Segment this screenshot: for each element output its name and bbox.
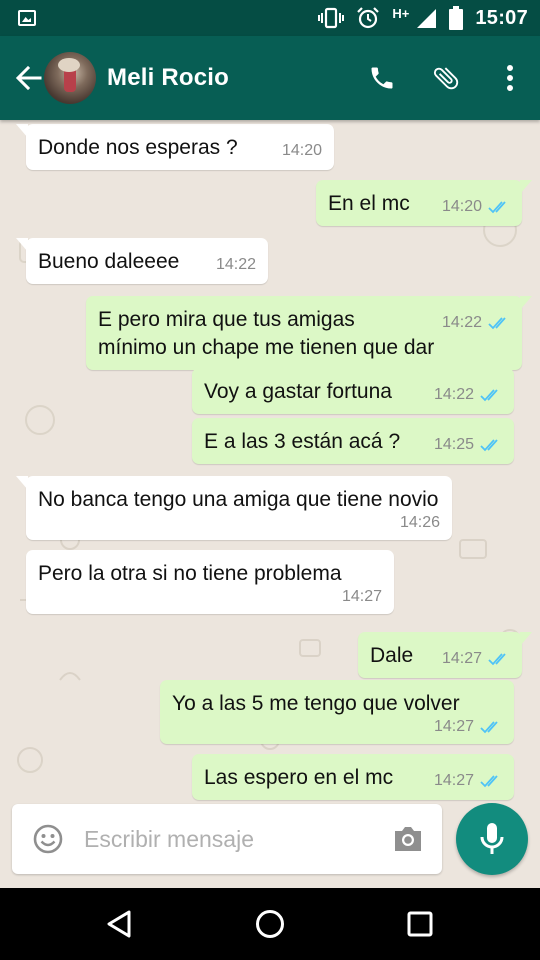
nav-recents-icon: [407, 911, 433, 937]
phone-icon: [371, 67, 393, 89]
message-text: En el mc: [328, 192, 410, 215]
message-timestamp: 14:22: [433, 386, 474, 403]
nav-recents-button[interactable]: [402, 906, 438, 942]
outgoing-message-bubble[interactable]: 14:25 E a las 3 están acá ?: [192, 418, 514, 464]
read-receipt-double-check-icon: [488, 317, 506, 330]
network-type: H+: [392, 5, 410, 21]
attach-icon: [433, 67, 459, 90]
composer: [12, 804, 442, 874]
vibrate-icon: [318, 7, 345, 29]
outgoing-message-bubble[interactable]: 14:27 Las espero en el mc: [192, 754, 514, 800]
message-timestamp: 14:27: [433, 718, 474, 735]
voice-message-button[interactable]: [456, 803, 528, 875]
message-meta: 14:22: [216, 256, 256, 274]
message-timestamp: 14:27: [341, 588, 382, 605]
clock: 15:07: [475, 6, 528, 29]
outgoing-message-bubble[interactable]: 14:22 E pero mira que tus amigas mínimo u…: [86, 296, 532, 370]
outgoing-message-bubble[interactable]: 14:20 En el mc: [316, 180, 532, 226]
message-text: Yo a las 5 me tengo que volver: [172, 692, 460, 715]
message-timestamp: 14:20: [281, 142, 322, 159]
outgoing-message-bubble[interactable]: 14:27 Dale: [358, 632, 532, 678]
contact-avatar[interactable]: [44, 52, 96, 104]
incoming-message-bubble[interactable]: Pero la otra si no tiene problema 14:27: [26, 550, 394, 614]
message-timestamp: 14:26: [399, 514, 440, 531]
read-receipt-double-check-icon: [488, 653, 506, 666]
message-meta: 14:20: [442, 198, 510, 216]
read-receipt-double-check-icon: [480, 775, 498, 788]
nav-back-button[interactable]: [101, 906, 137, 942]
emoji-icon[interactable]: [32, 823, 64, 855]
message-meta: 14:22: [442, 314, 510, 332]
alarm-icon: [357, 7, 380, 29]
message-text: E a las 3 están acá ?: [204, 430, 401, 453]
message-timestamp: 14:27: [433, 772, 474, 789]
chat-header: Meli Rocio: [0, 36, 540, 120]
more-vert-icon: [507, 65, 513, 91]
read-receipt-double-check-icon: [480, 439, 498, 452]
contact-name[interactable]: Meli Rocio: [107, 64, 229, 92]
message-timestamp: 14:25: [433, 436, 474, 453]
message-meta: 14:22: [434, 386, 502, 404]
back-button[interactable]: [8, 58, 48, 98]
message-meta: 14:26: [38, 514, 440, 532]
message-timestamp: 14:22: [441, 314, 482, 331]
message-timestamp: 14:27: [441, 650, 482, 667]
message-input[interactable]: [84, 820, 374, 858]
nav-back-icon: [107, 910, 131, 938]
signal-icon: [417, 9, 437, 28]
incoming-message-bubble[interactable]: 14:22 Bueno daleeee: [16, 238, 268, 284]
back-arrow-icon: [15, 65, 42, 91]
outgoing-message-bubble[interactable]: 14:22 Voy a gastar fortuna: [192, 368, 514, 414]
camera-icon[interactable]: [392, 825, 424, 853]
read-receipt-double-check-icon: [480, 721, 498, 734]
message-text: Las espero en el mc: [204, 766, 394, 789]
image-notification-icon: [18, 10, 36, 26]
microphone-icon: [480, 823, 504, 854]
message-text: No banca tengo una amiga que tiene novio: [38, 488, 439, 511]
message-timestamp: 14:22: [215, 256, 256, 273]
battery-icon: [449, 6, 464, 30]
call-button[interactable]: [362, 58, 402, 98]
message-text: E pero mira que tus amigas mínimo un cha…: [98, 308, 435, 359]
incoming-message-bubble[interactable]: 14:20 Donde nos esperas ?: [16, 124, 334, 170]
system-nav-bar: [0, 888, 540, 960]
message-meta: 14:27: [442, 650, 510, 668]
more-options-button[interactable]: [490, 58, 530, 98]
message-text: Donde nos esperas ?: [38, 136, 238, 159]
read-receipt-double-check-icon: [480, 389, 498, 402]
message-list[interactable]: 14:20 Donde nos esperas ? 14:20 En el mc 14:…: [0, 120, 540, 888]
message-meta: 14:25: [434, 436, 502, 454]
status-bar: H+ 15:07: [0, 0, 540, 36]
message-text: Dale: [370, 644, 414, 667]
message-text: Voy a gastar fortuna: [204, 380, 392, 403]
nav-home-button[interactable]: [252, 906, 288, 942]
message-text: Bueno daleeee: [38, 250, 180, 273]
message-meta: 14:27: [434, 772, 502, 790]
message-meta: 14:27: [172, 718, 502, 736]
attach-button[interactable]: [426, 58, 466, 98]
message-timestamp: 14:20: [441, 198, 482, 215]
incoming-message-bubble[interactable]: No banca tengo una amiga que tiene novio…: [16, 476, 452, 540]
message-text: Pero la otra si no tiene problema: [38, 562, 342, 585]
nav-home-icon: [256, 910, 284, 938]
read-receipt-double-check-icon: [488, 201, 506, 214]
message-meta: 14:27: [38, 588, 382, 606]
message-meta: 14:20: [282, 142, 322, 160]
outgoing-message-bubble[interactable]: Yo a las 5 me tengo que volver 14:27: [160, 680, 514, 744]
